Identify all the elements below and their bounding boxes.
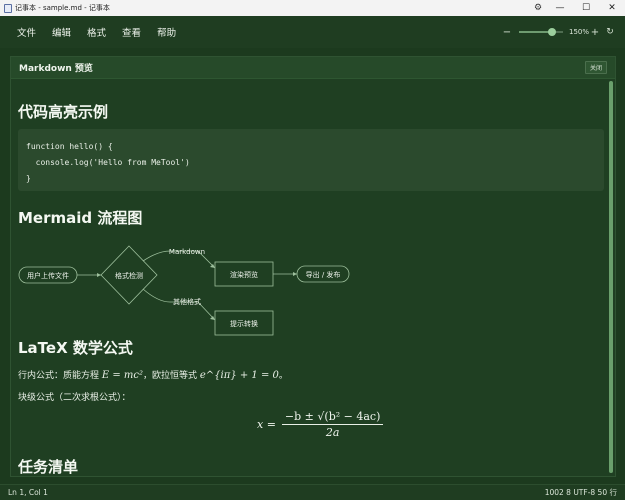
- quadratic-formula: x = −b ± √(b² − 4ac) 2a: [257, 410, 384, 439]
- formula-numerator: −b ± √(b² − 4ac): [281, 410, 384, 425]
- flow-label-prompt: 提示转换: [230, 319, 258, 328]
- heading-latex: LaTeX 数学公式: [18, 339, 133, 357]
- menu-bar: 文件 编辑 格式 查看 帮助 − 150% + ↻: [0, 16, 625, 48]
- markdown-preview-panel: Markdown 预览 关闭 代码高亮示例 function hello() {…: [10, 56, 616, 477]
- maximize-button[interactable]: ☐: [573, 0, 599, 16]
- inline-formula-paragraph: 行内公式：质能方程 E = mc²，欧拉恒等式 e^{iπ} + 1 = 0。: [18, 368, 288, 381]
- heading-tasks: 任务清单: [18, 458, 79, 476]
- minimize-button[interactable]: —: [547, 0, 573, 16]
- menu-file[interactable]: 文件: [9, 25, 44, 39]
- formula-lhs: x =: [257, 418, 276, 431]
- preview-header: Markdown 预览 关闭: [11, 57, 615, 79]
- formula-denominator: 2a: [325, 426, 340, 439]
- flow-label-start: 用户上传文件: [27, 271, 69, 280]
- zoom-in-button[interactable]: +: [589, 27, 601, 38]
- flow-label-decision: 格式检测: [115, 271, 143, 280]
- settings-icon[interactable]: ⚙: [529, 0, 547, 16]
- menu-format[interactable]: 格式: [79, 25, 114, 39]
- menu-edit[interactable]: 编辑: [44, 25, 79, 39]
- code-line: }: [26, 174, 31, 183]
- close-window-button[interactable]: ✕: [599, 0, 625, 16]
- window-title: 记事本 - sample.md - 记事本: [15, 4, 110, 12]
- formula-mass-energy: E = mc²: [101, 370, 144, 381]
- notepad-icon: [4, 3, 12, 13]
- heading-mermaid: Mermaid 流程图: [18, 209, 143, 227]
- flow-edge-label-other: 其他格式: [173, 297, 201, 306]
- zoom-level: 150%: [569, 28, 590, 36]
- formula-fraction: −b ± √(b² − 4ac) 2a: [281, 410, 384, 439]
- flow-edge-label-markdown: Markdown: [169, 248, 205, 256]
- zoom-slider[interactable]: [519, 28, 563, 36]
- zoom-slider-thumb[interactable]: [548, 28, 556, 36]
- flowchart: 用户上传文件 格式检测 渲染预览 导出 / 发布 提示转换 Markdown 其…: [18, 245, 350, 336]
- title-bar: 记事本 - sample.md - 记事本 ⚙ — ☐ ✕: [0, 0, 625, 16]
- flow-label-export: 导出 / 发布: [306, 270, 341, 279]
- flow-label-render: 渲染预览: [230, 270, 258, 279]
- status-bar: Ln 1, Col 1 1002 8 UTF-8 50 行: [0, 484, 625, 500]
- block-formula-label: 块级公式（二次求根公式）：: [18, 393, 131, 403]
- preview-title: Markdown 预览: [19, 64, 93, 74]
- code-line: console.log('Hello from MeTool'): [26, 158, 190, 167]
- code-line: function hello() {: [26, 142, 113, 151]
- document-info: 1002 8 UTF-8 50 行: [544, 488, 617, 497]
- inline-text: 。: [278, 371, 288, 381]
- code-block: function hello() { console.log('Hello fr…: [18, 129, 604, 191]
- preview-content[interactable]: 代码高亮示例 function hello() { console.log('H…: [11, 79, 609, 476]
- preview-scrollbar[interactable]: [609, 81, 613, 473]
- formula-euler: e^{iπ} + 1 = 0: [199, 370, 279, 381]
- cursor-position: Ln 1, Col 1: [8, 488, 48, 497]
- inline-text: ，欧拉恒等式: [143, 371, 200, 381]
- heading-code: 代码高亮示例: [18, 103, 109, 121]
- close-preview-button[interactable]: 关闭: [584, 61, 607, 74]
- menu-help[interactable]: 帮助: [149, 25, 184, 39]
- zoom-out-button[interactable]: −: [501, 27, 513, 38]
- inline-text: 行内公式：质能方程: [18, 371, 102, 381]
- menu-view[interactable]: 查看: [114, 25, 149, 39]
- refresh-icon[interactable]: ↻: [601, 27, 619, 37]
